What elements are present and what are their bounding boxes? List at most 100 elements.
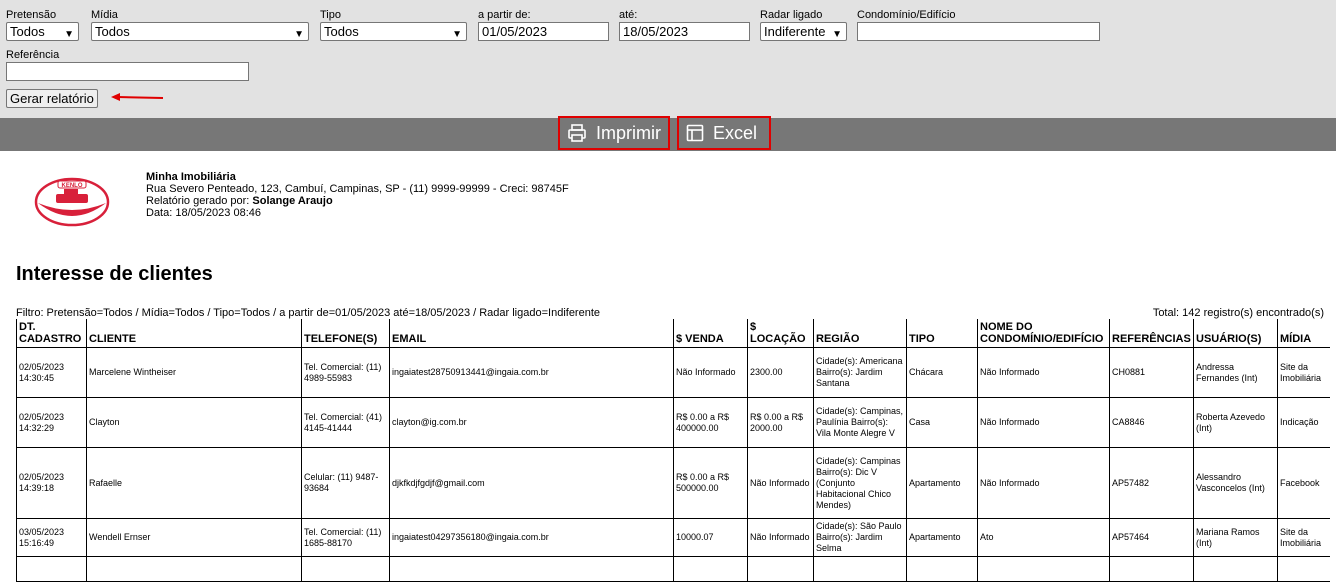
- radar-select[interactable]: Indiferente ▼: [760, 22, 847, 41]
- cell-cliente: Clayton: [86, 397, 302, 448]
- ate-input[interactable]: 18/05/2023: [619, 22, 750, 41]
- cell-locacao: [747, 556, 814, 582]
- radar-label: Radar ligado: [760, 9, 823, 21]
- col-regiao: REGIÃO: [813, 319, 907, 348]
- filter-tipo: Tipo Todos ▼: [320, 9, 467, 41]
- cell-dt: 02/05/2023 14:32:29: [16, 397, 87, 448]
- col-telefone: TELEFONE(S): [301, 319, 390, 348]
- cell-usuario: Mariana Ramos (Int): [1193, 518, 1278, 557]
- cell-usuario: Andressa Fernandes (Int): [1193, 347, 1278, 398]
- col-email: EMAIL: [389, 319, 674, 348]
- midia-select[interactable]: Todos ▼: [91, 22, 309, 41]
- cell-midia: Indicação: [1277, 397, 1330, 448]
- filter-pretensao: Pretensão Todos ▼: [6, 9, 79, 41]
- cell-dt: [16, 556, 87, 582]
- tipo-select[interactable]: Todos ▼: [320, 22, 467, 41]
- cell-cliente: Wendell Ernser: [86, 518, 302, 557]
- cell-email: [389, 556, 674, 582]
- generated-by-user: Solange Araujo: [252, 195, 333, 207]
- cell-midia: Site da Imobiliária: [1277, 518, 1330, 557]
- filter-condominio: Condomínio/Edifício: [857, 9, 1100, 41]
- referencia-label: Referência: [6, 49, 60, 61]
- chevron-down-icon: ▼: [452, 29, 462, 40]
- cell-cliente: [86, 556, 302, 582]
- print-label: Imprimir: [596, 122, 661, 143]
- col-midia: MÍDIA: [1277, 319, 1330, 348]
- cell-tipo: Chácara: [906, 347, 978, 398]
- filter-ate: até: 18/05/2023: [619, 9, 750, 41]
- pretensao-select[interactable]: Todos ▼: [6, 22, 79, 41]
- report-date: Data: 18/05/2023 08:46: [146, 207, 261, 219]
- cell-email: ingaiatest04297356180@ingaia.com.br: [389, 518, 674, 557]
- cell-regiao: Cidade(s): Americana Bairro(s): Jardim S…: [813, 347, 907, 398]
- col-cliente: CLIENTE: [86, 319, 302, 348]
- cell-venda: 10000.07: [673, 518, 748, 557]
- cell-email: clayton@ig.com.br: [389, 397, 674, 448]
- ate-label: até:: [619, 9, 638, 21]
- cell-locacao: 2300.00: [747, 347, 814, 398]
- filter-radar: Radar ligado Indiferente ▼: [760, 9, 847, 41]
- excel-button[interactable]: Excel: [677, 116, 771, 150]
- col-locacao: $ LOCAÇÃO: [747, 319, 814, 348]
- print-button[interactable]: Imprimir: [558, 116, 670, 150]
- table-header-row: DT. CADASTRO CLIENTE TELEFONE(S) EMAIL $…: [16, 319, 1330, 348]
- cell-email: ingaiatest28750913441@ingaia.com.br: [389, 347, 674, 398]
- chevron-down-icon: ▼: [64, 29, 74, 40]
- cell-venda: R$ 0.00 a R$ 400000.00: [673, 397, 748, 448]
- filter-midia: Mídia Todos ▼: [91, 9, 309, 41]
- condominio-input[interactable]: [857, 22, 1100, 41]
- cell-ref: AP57482: [1109, 447, 1194, 519]
- chevron-down-icon: ▼: [294, 29, 304, 40]
- company-info: Minha Imobiliária Rua Severo Penteado, 1…: [146, 171, 569, 219]
- generate-report-button[interactable]: Gerar relatório: [6, 89, 98, 108]
- col-tipo: TIPO: [906, 319, 978, 348]
- table-row: 03/05/2023 15:16:49 Wendell Ernser Tel. …: [16, 518, 1330, 557]
- cell-usuario: Roberta Azevedo (Int): [1193, 397, 1278, 448]
- cell-tel: Tel. Comercial: (11) 4989-55983: [301, 347, 390, 398]
- generated-by-line: Relatório gerado por: Solange Araujo: [146, 195, 569, 207]
- filter-panel: Pretensão Todos ▼ Mídia Todos ▼ Tipo Todos…: [0, 0, 1336, 118]
- cell-tel: Tel. Comercial: (11) 1685-88170: [301, 518, 390, 557]
- a-partir-input[interactable]: 01/05/2023: [478, 22, 609, 41]
- col-usuarios: USUÁRIO(S): [1193, 319, 1278, 348]
- report-title: Interesse de clientes: [16, 263, 213, 285]
- filter-summary: Filtro: Pretensão=Todos / Mídia=Todos / …: [16, 307, 601, 319]
- cell-regiao: Cidade(s): São Paulo Bairro(s): Jardim S…: [813, 518, 907, 557]
- cell-ref: [1109, 556, 1194, 582]
- excel-label: Excel: [713, 122, 758, 143]
- cell-tipo: Apartamento: [906, 447, 978, 519]
- filter-a-partir: a partir de: 01/05/2023: [478, 9, 609, 41]
- cell-usuario: Alessandro Vasconcelos (Int): [1193, 447, 1278, 519]
- cell-regiao: Cidade(s): Campinas, Paulínia Bairro(s):…: [813, 397, 907, 448]
- total-count: Total: 142 registro(s) encontrado(s): [1152, 307, 1324, 319]
- cell-ref: CA8846: [1109, 397, 1194, 448]
- table-row: 02/05/2023 14:32:29 Clayton Tel. Comerci…: [16, 397, 1330, 448]
- table-row: 02/05/2023 14:39:18 Rafaelle Celular: (1…: [16, 447, 1330, 519]
- table-row: [16, 556, 1330, 582]
- report-table: DT. CADASTRO CLIENTE TELEFONE(S) EMAIL $…: [16, 319, 1330, 582]
- cell-cliente: Marcelene Wintheiser: [86, 347, 302, 398]
- pretensao-value: Todos: [10, 24, 45, 39]
- cell-condominio: [977, 556, 1110, 582]
- tipo-value: Todos: [324, 24, 359, 39]
- cell-email: djkfkdjfgdjf@gmail.com: [389, 447, 674, 519]
- cell-tipo: Casa: [906, 397, 978, 448]
- cell-tel: [301, 556, 390, 582]
- referencia-input[interactable]: [6, 62, 249, 81]
- cell-midia: Facebook: [1277, 447, 1330, 519]
- cell-ref: CH0881: [1109, 347, 1194, 398]
- pretensao-label: Pretensão: [6, 9, 57, 21]
- cell-midia: [1277, 556, 1330, 582]
- radar-value: Indiferente: [764, 24, 826, 39]
- cell-cliente: Rafaelle: [86, 447, 302, 519]
- generated-by-label: Relatório gerado por:: [146, 195, 250, 207]
- cell-ref: AP57464: [1109, 518, 1194, 557]
- cell-locacao: Não Informado: [747, 447, 814, 519]
- cell-locacao: Não Informado: [747, 518, 814, 557]
- cell-tel: Tel. Comercial: (41) 4145-41444: [301, 397, 390, 448]
- cell-locacao: R$ 0.00 a R$ 2000.00: [747, 397, 814, 448]
- col-referencias: REFERÊNCIAS: [1109, 319, 1194, 348]
- cell-dt: 02/05/2023 14:39:18: [16, 447, 87, 519]
- printer-icon: [568, 124, 586, 142]
- filter-referencia: Referência: [6, 49, 249, 81]
